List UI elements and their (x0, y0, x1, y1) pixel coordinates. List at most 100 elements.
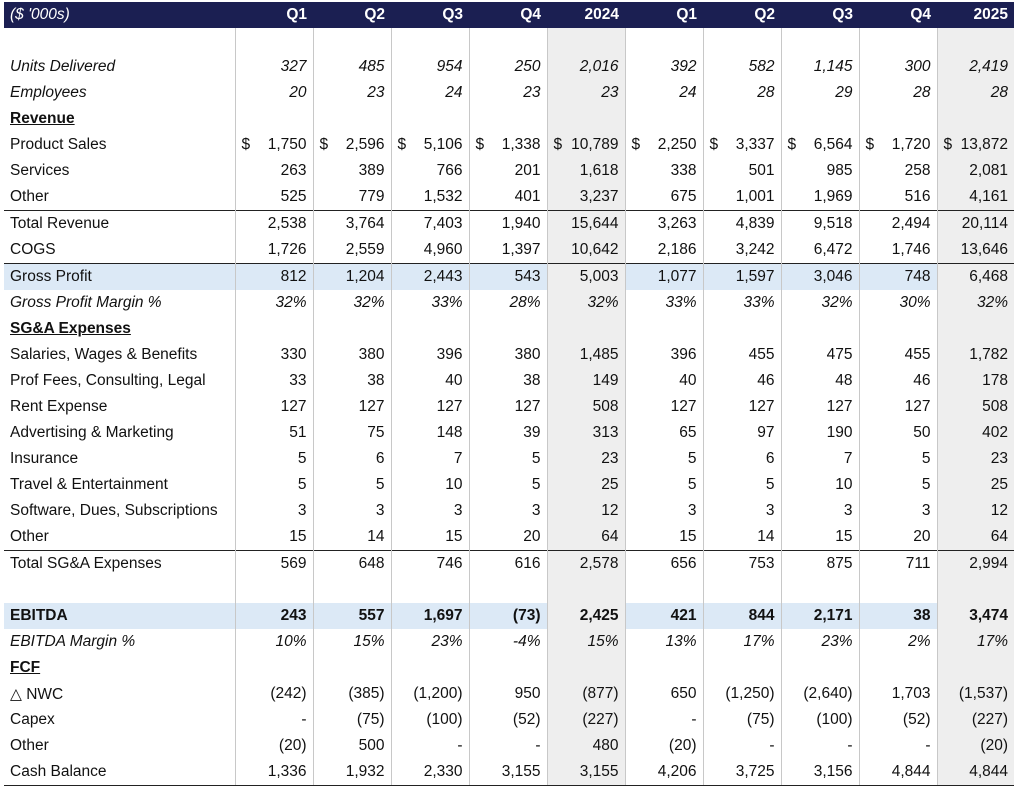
table-cell: 648 (312, 550, 391, 577)
table-cell: 1,726 (234, 237, 313, 264)
column-header: Q1 (235, 2, 313, 28)
table-cell: - (468, 733, 547, 759)
empty-cell (702, 316, 781, 342)
table-cell: (73) (468, 603, 547, 629)
table-cell: 3 (312, 498, 391, 524)
table-cell: (52) (468, 707, 547, 733)
table-cell: 5,003 (546, 263, 625, 290)
table-cell: (1,200) (390, 681, 469, 707)
table-row: Cash Balance 1,336 1,932 2,330 3,155 3,155 4,2… (4, 759, 1014, 786)
cell-value: 2,596 (345, 136, 385, 153)
table-cell: 508 (936, 394, 1014, 420)
table-cell: 2,330 (390, 759, 469, 786)
empty-cell (702, 577, 781, 603)
table-row: Gross Profit 812 1,204 2,443 543 5,003 1,077 1,… (4, 263, 1014, 290)
table-cell: 1,001 (702, 184, 781, 211)
table-cell: 9,518 (780, 210, 859, 237)
table-cell: (52) (858, 707, 937, 733)
table-cell: 23% (780, 629, 859, 655)
table-cell: 23 (546, 446, 625, 472)
empty-cell (546, 655, 625, 681)
table-cell: 421 (624, 603, 703, 629)
table-cell: (227) (936, 707, 1014, 733)
table-cell: 2,171 (780, 603, 859, 629)
empty-cell (858, 655, 937, 681)
table-cell: 14 (312, 524, 391, 551)
table-cell: 6 (702, 446, 781, 472)
currency-symbol: $ (631, 136, 641, 153)
row-label: Cash Balance (4, 759, 235, 786)
table-cell: 480 (546, 733, 625, 759)
table-cell: 3 (780, 498, 859, 524)
empty-cell (936, 577, 1014, 603)
table-cell: 4,839 (702, 210, 781, 237)
empty-cell (624, 106, 703, 132)
table-cell: 263 (234, 158, 313, 184)
table-cell: 38 (858, 603, 937, 629)
table-cell: 1,618 (546, 158, 625, 184)
table-cell: 475 (780, 342, 859, 368)
table-row: Other (20) 500- -480 (20) - - - (20) (4, 733, 1014, 759)
table-cell: 338 (624, 158, 703, 184)
table-cell: 650 (624, 681, 703, 707)
table-cell: 30% (858, 290, 937, 316)
table-row: Units Delivered 327 485 954 250 2,016 392 582 1,… (4, 54, 1014, 80)
table-cell: 2,443 (390, 263, 469, 290)
table-cell: (877) (546, 681, 625, 707)
table-row: Other 15 14 15 20 64 15 14 15 20 64 (4, 524, 1014, 551)
table-cell: 2,425 (546, 603, 625, 629)
empty-cell (468, 106, 547, 132)
table-cell: 2,538 (234, 210, 313, 237)
table-cell: - (702, 733, 781, 759)
table-cell: 243 (234, 603, 313, 629)
table-cell: 33 (234, 368, 313, 394)
empty-cell (624, 577, 703, 603)
table-cell: 12 (936, 498, 1014, 524)
table-cell: 64 (546, 524, 625, 551)
table-cell: $6,564 (780, 132, 859, 158)
empty-cell (858, 28, 937, 54)
table-cell: 3 (234, 498, 313, 524)
table-cell: 1,932 (312, 759, 391, 786)
table-cell: 5 (234, 446, 313, 472)
currency-symbol: $ (319, 136, 329, 153)
empty-cell (858, 106, 937, 132)
table-cell: 569 (234, 550, 313, 577)
table-cell: 402 (936, 420, 1014, 446)
table-row: EBITDA Margin % 10% 15% 23% -4% 15% 13% 17% 23% 2… (4, 629, 1014, 655)
table-cell: 46 (858, 368, 937, 394)
cell-value: 5,106 (423, 136, 463, 153)
empty-cell (936, 316, 1014, 342)
table-row: △ NWC (242) (385) (1,200) 950 (877) 650 (1,250)… (4, 681, 1014, 707)
table-cell: $1,750 (234, 132, 313, 158)
table-cell: 1,703 (858, 681, 937, 707)
table-body: Units Delivered 327 485 954 250 2,016 392 582 1,… (4, 28, 1014, 786)
table-cell: 582 (702, 54, 781, 80)
table-cell: 15,644 (546, 210, 625, 237)
table-row: Gross Profit Margin % 32% 32% 33% 28% 32% 33% 3… (4, 290, 1014, 316)
empty-cell (234, 28, 313, 54)
table-cell: 392 (624, 54, 703, 80)
cell-value: 1,720 (891, 136, 931, 153)
table-row: Software, Dues, Subscriptions 3 3 3 3 12 3 3 3 3 1… (4, 498, 1014, 524)
table-cell: 20 (858, 524, 937, 551)
table-cell: (1,537) (936, 681, 1014, 707)
table-cell: 64 (936, 524, 1014, 551)
table-cell: $1,720 (858, 132, 937, 158)
column-header: Q2 (313, 2, 391, 28)
table-cell: 25 (936, 472, 1014, 498)
table-cell: 950 (468, 681, 547, 707)
column-header: Q3 (391, 2, 469, 28)
empty-cell (468, 577, 547, 603)
table-cell: 20 (234, 80, 313, 106)
empty-cell (312, 106, 391, 132)
table-cell: -4% (468, 629, 547, 655)
table-cell: 23 (936, 446, 1014, 472)
table-cell: 6,468 (936, 263, 1014, 290)
currency-symbol: $ (709, 136, 719, 153)
table-row: EBITDA 243 557 1,697 (73) 2,425 421 844 2,171 38 3… (4, 603, 1014, 629)
table-cell: 97 (702, 420, 781, 446)
table-cell: 753 (702, 550, 781, 577)
table-cell: 5 (468, 446, 547, 472)
table-cell: 23 (546, 80, 625, 106)
